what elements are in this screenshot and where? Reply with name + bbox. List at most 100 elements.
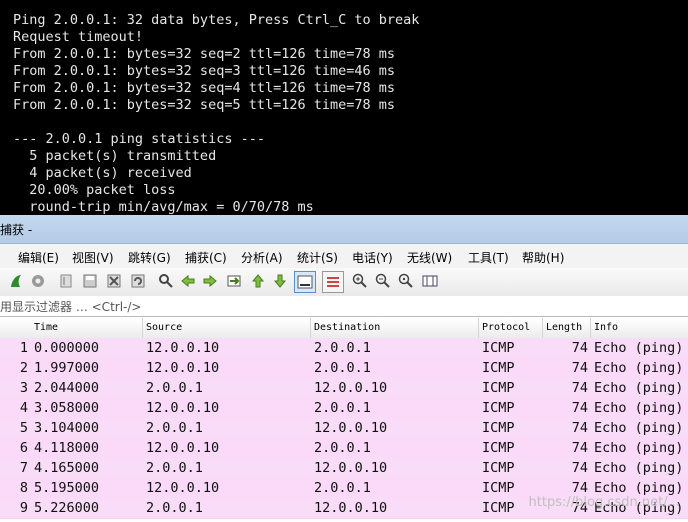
table-row[interactable]: 6 4.118000 12.0.0.10 2.0.0.1 ICMP 74 Echo (pin… <box>0 438 688 459</box>
menu-statistics[interactable]: 统计(S) <box>297 249 338 266</box>
cell-protocol: ICMP <box>482 400 515 416</box>
cell-protocol: ICMP <box>482 440 515 456</box>
menu-analyze[interactable]: 分析(A) <box>241 249 283 266</box>
table-row[interactable]: 7 4.165000 2.0.0.1 12.0.0.10 ICMP 74 Echo (pin… <box>0 458 688 479</box>
packet-list-header: Time Source Destination Protocol Length … <box>0 318 688 339</box>
find-icon[interactable] <box>158 273 174 289</box>
cell-destination: 12.0.0.10 <box>314 420 388 436</box>
column-header-length[interactable]: Length <box>546 322 582 333</box>
terminal-line: 4 packet(s) received <box>13 165 192 181</box>
cell-info: Echo (ping) <box>594 360 684 376</box>
go-to-packet-icon[interactable] <box>226 273 242 289</box>
cell-info: Echo (ping) <box>594 420 684 436</box>
terminal-line: From 2.0.0.1: bytes=32 seq=4 ttl=126 tim… <box>13 80 396 96</box>
cell-number: 2 <box>19 360 28 376</box>
menu-wireless[interactable]: 无线(W) <box>407 249 452 266</box>
cell-time: 4.165000 <box>34 460 100 476</box>
cell-source: 12.0.0.10 <box>146 340 220 356</box>
table-row[interactable]: 2 1.997000 12.0.0.10 2.0.0.1 ICMP 74 Echo (pin… <box>0 358 688 379</box>
cell-source: 12.0.0.10 <box>146 400 220 416</box>
column-divider[interactable] <box>310 318 311 338</box>
cell-time: 2.044000 <box>34 380 100 396</box>
window-title: 捕获 - <box>0 223 33 237</box>
cell-length: 74 <box>571 360 588 376</box>
first-packet-icon[interactable] <box>250 273 266 289</box>
cell-destination: 2.0.0.1 <box>314 360 371 376</box>
menu-help[interactable]: 帮助(H) <box>522 249 564 266</box>
cell-number: 1 <box>19 340 28 356</box>
table-row[interactable]: 4 3.058000 12.0.0.10 2.0.0.1 ICMP 74 Echo (pin… <box>0 398 688 419</box>
menu-edit[interactable]: 编辑(E) <box>18 249 59 266</box>
zoom-out-icon[interactable] <box>375 273 391 289</box>
column-divider[interactable] <box>478 318 479 338</box>
cell-protocol: ICMP <box>482 340 515 356</box>
cell-number: 7 <box>19 460 28 476</box>
cell-protocol: ICMP <box>482 380 515 396</box>
zoom-reset-icon[interactable] <box>398 273 414 289</box>
column-header-protocol[interactable]: Protocol <box>482 322 530 333</box>
terminal-line: Request timeout! <box>13 29 144 45</box>
cell-info: Echo (ping) <box>594 400 684 416</box>
cell-protocol: ICMP <box>482 500 515 516</box>
menu-telephony[interactable]: 电话(Y) <box>352 249 393 266</box>
cell-length: 74 <box>571 440 588 456</box>
cell-destination: 2.0.0.1 <box>314 440 371 456</box>
packet-list: Time Source Destination Protocol Length … <box>0 318 688 522</box>
table-row[interactable]: 1 0.000000 12.0.0.10 2.0.0.1 ICMP 74 Echo (pin… <box>0 338 688 359</box>
column-divider[interactable] <box>590 318 591 338</box>
cell-number: 4 <box>19 400 28 416</box>
cell-destination: 2.0.0.1 <box>314 340 371 356</box>
terminal-line: Ping 2.0.0.1: 32 data bytes, Press Ctrl_… <box>13 12 420 28</box>
table-row[interactable]: 5 3.104000 2.0.0.1 12.0.0.10 ICMP 74 Echo (pin… <box>0 418 688 439</box>
capture-options-icon[interactable] <box>30 273 46 289</box>
column-header-info[interactable]: Info <box>594 322 618 333</box>
terminal-output: Ping 2.0.0.1: 32 data bytes, Press Ctrl_… <box>0 0 688 215</box>
cell-destination: 12.0.0.10 <box>314 500 388 516</box>
cell-source: 12.0.0.10 <box>146 360 220 376</box>
forward-icon[interactable] <box>202 273 218 289</box>
cell-number: 6 <box>19 440 28 456</box>
terminal-line: From 2.0.0.1: bytes=32 seq=3 ttl=126 tim… <box>13 63 396 79</box>
column-header-destination[interactable]: Destination <box>314 322 380 333</box>
last-packet-icon[interactable] <box>272 273 288 289</box>
cell-time: 5.226000 <box>34 500 100 516</box>
cell-length: 74 <box>571 340 588 356</box>
shark-fin-icon[interactable] <box>8 273 24 289</box>
column-header-source[interactable]: Source <box>146 322 182 333</box>
cell-protocol: ICMP <box>482 460 515 476</box>
terminal-line: From 2.0.0.1: bytes=32 seq=2 ttl=126 tim… <box>13 46 396 62</box>
cell-source: 2.0.0.1 <box>146 420 203 436</box>
cell-info: Echo (ping) <box>594 380 684 396</box>
cell-number: 9 <box>19 500 28 516</box>
window-title-bar[interactable]: 捕获 - <box>0 215 688 244</box>
menu-go[interactable]: 跳转(G) <box>128 249 171 266</box>
cell-number: 5 <box>19 420 28 436</box>
table-row[interactable]: 3 2.044000 2.0.0.1 12.0.0.10 ICMP 74 Echo (pin… <box>0 378 688 399</box>
menu-tools[interactable]: 工具(T) <box>468 249 509 266</box>
cell-info: Echo (ping) <box>594 480 684 496</box>
save-file-icon[interactable] <box>82 273 98 289</box>
menu-capture[interactable]: 捕获(C) <box>185 249 227 266</box>
cell-length: 74 <box>571 400 588 416</box>
column-divider[interactable] <box>142 318 143 338</box>
menu-view[interactable]: 视图(V) <box>72 249 114 266</box>
colorize-icon[interactable] <box>322 271 344 293</box>
cell-protocol: ICMP <box>482 480 515 496</box>
column-header-time[interactable]: Time <box>34 322 58 333</box>
display-filter-input[interactable]: 用显示过滤器 … <Ctrl-/> <box>0 298 141 315</box>
cell-source: 12.0.0.10 <box>146 480 220 496</box>
main-toolbar <box>0 268 688 297</box>
autoscroll-icon[interactable] <box>294 271 316 293</box>
display-filter-bar[interactable]: 用显示过滤器 … <Ctrl-/> <box>0 296 688 317</box>
back-icon[interactable] <box>180 273 196 289</box>
cell-time: 5.195000 <box>34 480 100 496</box>
zoom-in-icon[interactable] <box>352 273 368 289</box>
cell-time: 4.118000 <box>34 440 100 456</box>
resize-columns-icon[interactable] <box>422 273 438 289</box>
column-divider[interactable] <box>542 318 543 338</box>
cell-time: 1.997000 <box>34 360 100 376</box>
watermark-text: https://blog.csdn.net/... <box>528 495 680 510</box>
open-file-icon[interactable] <box>58 273 74 289</box>
reload-icon[interactable] <box>130 273 146 289</box>
close-file-icon[interactable] <box>106 273 122 289</box>
